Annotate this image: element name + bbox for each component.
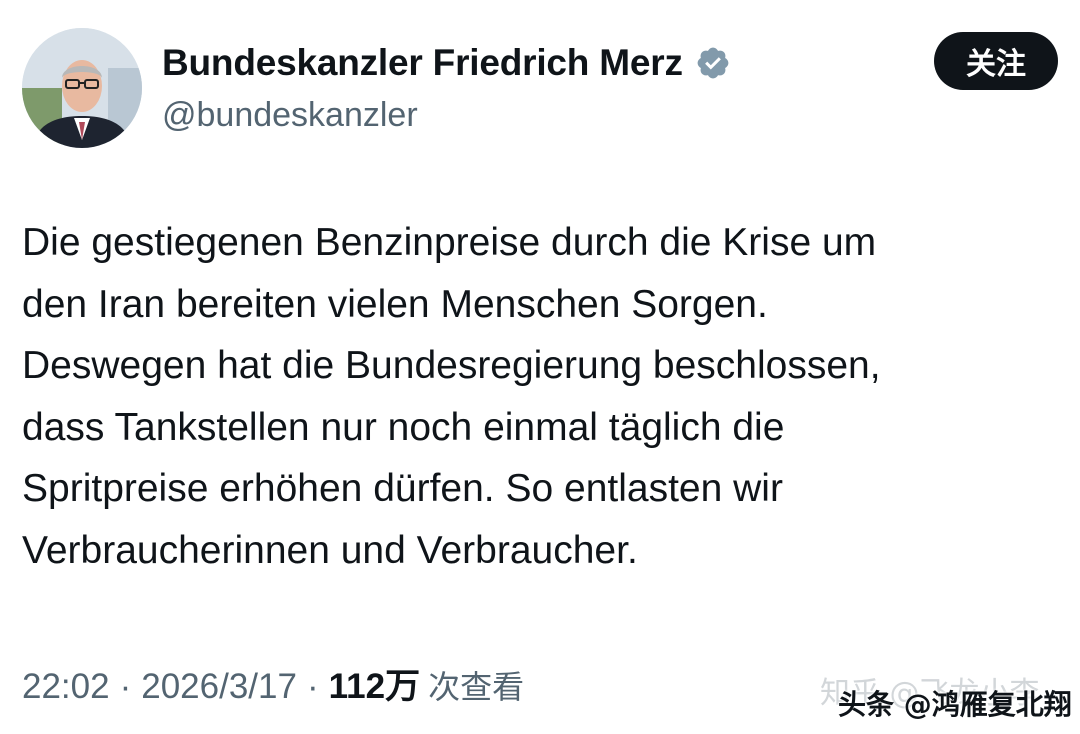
meta-separator: · (119, 667, 132, 706)
tweet-line: Die gestiegenen Benzinpreise durch die K… (22, 221, 877, 264)
meta-separator: · (306, 667, 319, 706)
author-names: Bundeskanzler Friedrich Merz @bundeskanz… (162, 42, 731, 135)
tweet-line: dass Tankstellen nur noch einmal täglich… (22, 405, 785, 449)
avatar-portrait (22, 28, 142, 148)
tweet-text: Die gestiegenen Benzinpreise durch die K… (22, 212, 1052, 581)
views-label: 次查看 (428, 668, 525, 706)
avatar[interactable] (22, 28, 142, 148)
toutiao-watermark: 头条 @鸿雁复北翔 (838, 688, 1072, 721)
views-count: 112万 (328, 667, 421, 706)
tweet-line: Spritpreise erhöhen dürfen. So entlasten… (22, 467, 783, 510)
display-name-row: Bundeskanzler Friedrich Merz (162, 42, 731, 84)
tweet-time[interactable]: 22:02 (22, 667, 110, 707)
tweet-line: den Iran bereiten vielen Menschen Sorgen… (22, 282, 768, 326)
follow-button[interactable]: 关注 (934, 32, 1058, 90)
tweet-meta: 22:02 · 2026/3/17 · 112万 次查看 (22, 658, 524, 709)
handle[interactable]: @bundeskanzler (162, 96, 731, 135)
tweet-line: Deswegen hat die Bundesregierung beschlo… (22, 344, 881, 387)
verified-badge-icon (695, 45, 731, 81)
tweet-line: Verbraucherinnen und Verbraucher. (22, 528, 638, 572)
display-name[interactable]: Bundeskanzler Friedrich Merz (162, 42, 683, 84)
tweet-date[interactable]: 2026/3/17 (141, 667, 297, 707)
tweet-header: Bundeskanzler Friedrich Merz @bundeskanz… (22, 28, 1058, 152)
